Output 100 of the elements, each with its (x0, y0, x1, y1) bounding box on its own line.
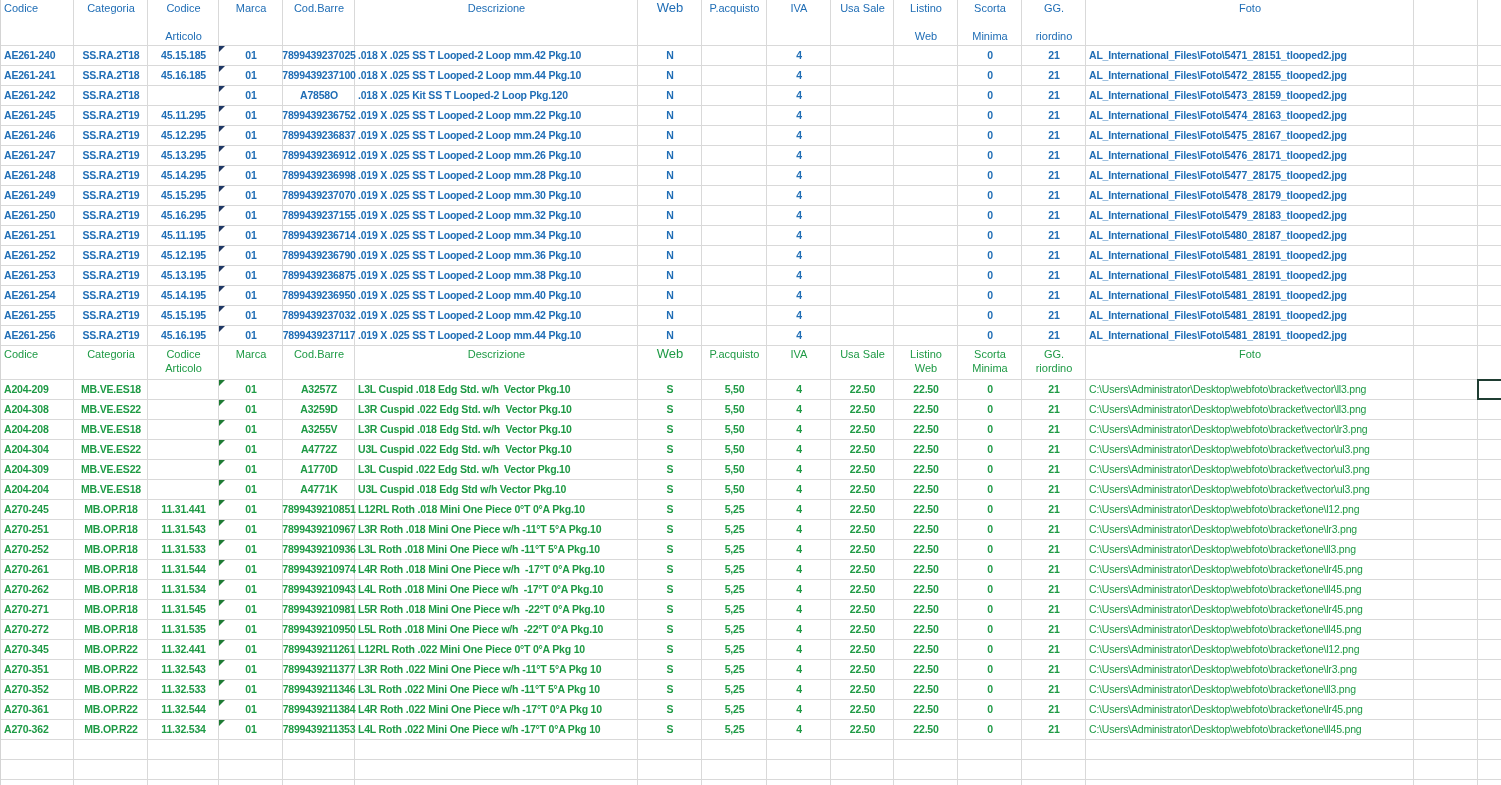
table-cell: 01 (245, 149, 257, 162)
table-cell: 11.31.534 (161, 583, 206, 596)
table-cell: 22.50 (913, 383, 939, 396)
table-cell: 01 (245, 643, 257, 656)
table-cell: S (666, 443, 674, 456)
column-header: Scorta (974, 347, 1006, 361)
table-cell: 22.50 (849, 563, 876, 576)
table-cell: 22.50 (849, 703, 876, 716)
table-cell: SS.RA.2T19 (82, 309, 140, 322)
table-cell: 21 (1048, 643, 1060, 656)
table-cell: L3L Cuspid .022 Edg Std. w/h Vector Pkg.10 (358, 463, 571, 476)
table-cell: S (666, 583, 674, 596)
table-cell: SS.RA.2T19 (82, 269, 140, 282)
table-cell: C:\Users\Administrator\Desktop\webfoto\bracket\one\l12.png (1089, 643, 1360, 656)
column-header: riordino (1035, 361, 1073, 375)
table-cell: 4 (796, 383, 802, 396)
table-cell: MB.OP.R18 (84, 543, 138, 556)
table-cell: 45.16.185 (161, 69, 206, 82)
table-cell: .019 X .025 SS T Looped-2 Loop mm.36 Pkg.10 (358, 249, 582, 262)
table-cell: 0 (987, 603, 993, 616)
table-cell: 4 (796, 443, 802, 456)
table-cell: SS.RA.2T19 (82, 129, 140, 142)
table-cell: 45.16.195 (161, 329, 206, 342)
table-cell: AL_International_Files\Foto\5474_28163_tlooped2.jpg (1089, 109, 1347, 122)
table-cell: AL_International_Files\Foto\5479_28183_tlooped2.jpg (1089, 209, 1347, 222)
table-cell: AE261-251 (4, 229, 56, 242)
table-cell: 21 (1048, 249, 1060, 262)
table-cell: 0 (987, 443, 993, 456)
table-cell: AL_International_Files\Foto\5481_28191_tlooped2.jpg (1089, 289, 1347, 302)
table-cell: 4 (796, 463, 802, 476)
table-cell: 22.50 (913, 543, 939, 556)
column-header: Web (914, 29, 938, 43)
table-cell: A204-209 (4, 383, 49, 396)
table-cell: 7899439236837 (282, 129, 356, 142)
table-cell: 22.50 (849, 403, 876, 416)
table-cell: 45.14.195 (161, 289, 206, 302)
column-header: Listino (910, 347, 942, 361)
table-cell: 11.32.534 (161, 723, 206, 736)
table-cell: 0 (987, 503, 993, 516)
table-cell: 0 (987, 129, 993, 142)
column-header: riordino (1035, 29, 1073, 43)
table-cell: 22.50 (849, 643, 876, 656)
table-cell: 0 (987, 583, 993, 596)
table-cell: 11.31.533 (161, 543, 206, 556)
table-cell: 0 (987, 643, 993, 656)
table-cell: C:\Users\Administrator\Desktop\webfoto\bracket\vector\lr3.png (1089, 423, 1368, 436)
table-cell: SS.RA.2T19 (82, 249, 140, 262)
table-cell: 21 (1048, 329, 1060, 342)
table-cell: 5,25 (724, 523, 745, 536)
table-cell: S (666, 723, 674, 736)
table-cell: A204-304 (4, 443, 49, 456)
table-cell: 22.50 (913, 723, 939, 736)
table-cell: 21 (1048, 149, 1060, 162)
table-cell: 5,25 (724, 543, 745, 556)
table-cell: SS.RA.2T19 (82, 329, 140, 342)
table-cell: 01 (245, 443, 257, 456)
table-cell: 4 (796, 49, 802, 62)
table-cell: 0 (987, 269, 993, 282)
column-header: Web (656, 1, 684, 15)
table-cell: U3L Cuspid .018 Edg Std w/h Vector Pkg.10 (358, 483, 567, 496)
table-cell: C:\Users\Administrator\Desktop\webfoto\bracket\one\ll3.png (1089, 543, 1356, 556)
table-cell: N (666, 109, 674, 122)
table-cell: 0 (987, 403, 993, 416)
table-cell: 4 (796, 683, 802, 696)
column-header: IVA (790, 347, 808, 361)
table-cell: 22.50 (849, 583, 876, 596)
table-cell: SS.RA.2T19 (82, 289, 140, 302)
table-cell: 45.15.295 (161, 189, 206, 202)
table-cell: SS.RA.2T19 (82, 109, 140, 122)
table-cell: 45.13.295 (161, 149, 206, 162)
column-header: Articolo (165, 29, 202, 43)
table-cell: 4 (796, 483, 802, 496)
table-cell: 21 (1048, 269, 1060, 282)
table-cell: 5,25 (724, 663, 745, 676)
table-cell: 21 (1048, 563, 1060, 576)
table-cell: .019 X .025 SS T Looped-2 Loop mm.40 Pkg.10 (358, 289, 582, 302)
table-cell: AE261-249 (4, 189, 56, 202)
table-cell: 21 (1048, 463, 1060, 476)
table-cell: A270-262 (4, 583, 49, 596)
table-cell: 5,50 (724, 443, 745, 456)
table-cell: 4 (796, 423, 802, 436)
table-cell: 7899439237100 (282, 69, 356, 82)
table-cell: .019 X .025 SS T Looped-2 Loop mm.28 Pkg.10 (358, 169, 582, 182)
table-cell: A3255V (300, 423, 338, 436)
table-cell: 22.50 (913, 443, 939, 456)
table-cell: A270-271 (4, 603, 49, 616)
table-cell: 7899439236790 (282, 249, 356, 262)
table-cell: N (666, 329, 674, 342)
table-cell: C:\Users\Administrator\Desktop\webfoto\bracket\vector\ll3.png (1089, 383, 1367, 396)
table-cell: 5,50 (724, 463, 745, 476)
table-cell: 7899439236912 (282, 149, 356, 162)
table-cell: 0 (987, 49, 993, 62)
table-cell: S (666, 603, 674, 616)
table-cell: 21 (1048, 443, 1060, 456)
column-header: Marca (235, 347, 267, 361)
table-cell: L4L Roth .018 Mini One Piece w/h -17°T 0°A Pkg.10 (358, 583, 604, 596)
table-cell: AL_International_Files\Foto\5477_28175_tlooped2.jpg (1089, 169, 1347, 182)
table-cell: A3257Z (300, 383, 338, 396)
table-cell: 01 (245, 329, 257, 342)
table-cell: AL_International_Files\Foto\5481_28191_tlooped2.jpg (1089, 329, 1347, 342)
